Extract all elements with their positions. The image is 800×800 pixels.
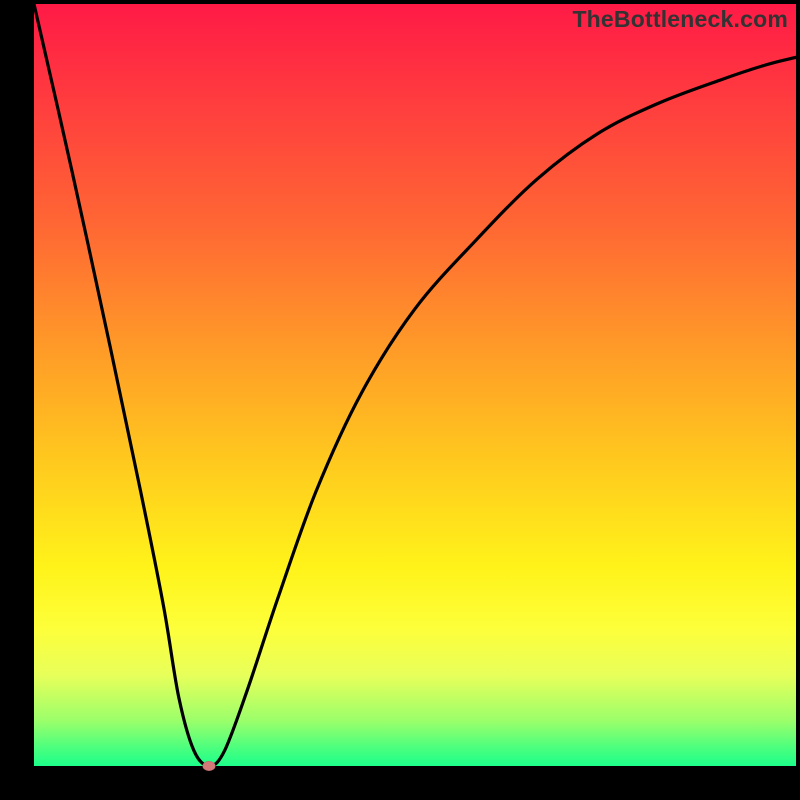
minimum-marker (203, 761, 216, 771)
bottleneck-curve (34, 4, 796, 766)
plot-area: TheBottleneck.com (34, 4, 796, 766)
chart-frame: TheBottleneck.com (0, 0, 800, 800)
curve-path (34, 4, 796, 766)
